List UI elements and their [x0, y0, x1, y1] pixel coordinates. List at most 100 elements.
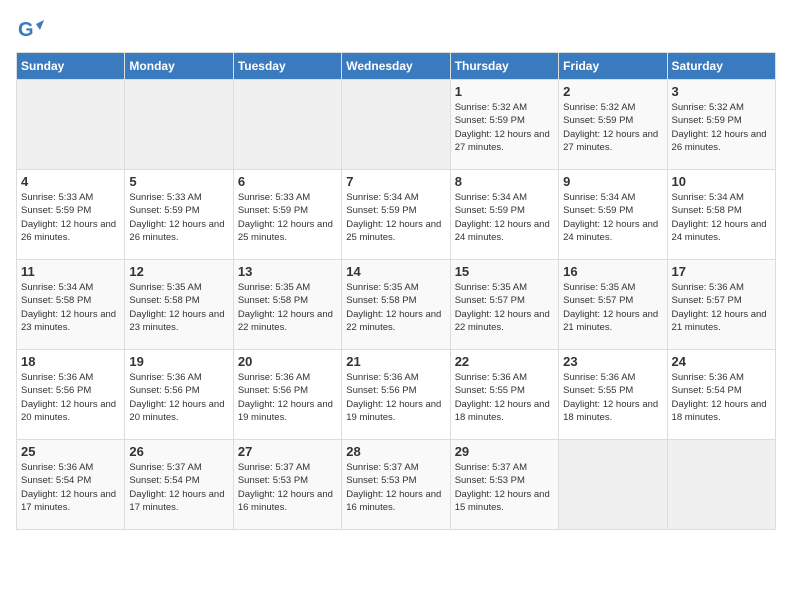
calendar-cell: 13 Sunrise: 5:35 AMSunset: 5:58 PMDayligh…	[233, 260, 341, 350]
day-number: 6	[238, 174, 337, 189]
calendar-week-row: 4 Sunrise: 5:33 AMSunset: 5:59 PMDaylight…	[17, 170, 776, 260]
day-number: 17	[672, 264, 771, 279]
cell-info: Sunrise: 5:34 AMSunset: 5:59 PMDaylight:…	[346, 191, 445, 244]
calendar-cell: 29 Sunrise: 5:37 AMSunset: 5:53 PMDayligh…	[450, 440, 558, 530]
calendar-cell: 8 Sunrise: 5:34 AMSunset: 5:59 PMDaylight…	[450, 170, 558, 260]
calendar-cell: 18 Sunrise: 5:36 AMSunset: 5:56 PMDayligh…	[17, 350, 125, 440]
day-number: 8	[455, 174, 554, 189]
cell-info: Sunrise: 5:33 AMSunset: 5:59 PMDaylight:…	[21, 191, 120, 244]
calendar-cell: 24 Sunrise: 5:36 AMSunset: 5:54 PMDayligh…	[667, 350, 775, 440]
cell-info: Sunrise: 5:32 AMSunset: 5:59 PMDaylight:…	[563, 101, 662, 154]
cell-info: Sunrise: 5:37 AMSunset: 5:53 PMDaylight:…	[455, 461, 554, 514]
day-number: 16	[563, 264, 662, 279]
calendar-cell: 27Sunrise: 5:37 AMSunset: 5:53 PMDayligh…	[233, 440, 341, 530]
calendar-cell: 28Sunrise: 5:37 AMSunset: 5:53 PMDayligh…	[342, 440, 450, 530]
weekday-header: Thursday	[450, 53, 558, 80]
day-number: 22	[455, 354, 554, 369]
calendar-cell: 16 Sunrise: 5:35 AMSunset: 5:57 PMDayligh…	[559, 260, 667, 350]
cell-info: Sunrise: 5:35 AMSunset: 5:57 PMDaylight:…	[563, 281, 662, 334]
calendar-cell: 10 Sunrise: 5:34 AMSunset: 5:58 PMDayligh…	[667, 170, 775, 260]
day-number: 20	[238, 354, 337, 369]
calendar-week-row: 11 Sunrise: 5:34 AMSunset: 5:58 PMDayligh…	[17, 260, 776, 350]
day-number: 23	[563, 354, 662, 369]
weekday-header: Wednesday	[342, 53, 450, 80]
calendar-cell: 4 Sunrise: 5:33 AMSunset: 5:59 PMDaylight…	[17, 170, 125, 260]
calendar-table: SundayMondayTuesdayWednesdayThursdayFrid…	[16, 52, 776, 530]
calendar-cell: 21 Sunrise: 5:36 AMSunset: 5:56 PMDayligh…	[342, 350, 450, 440]
calendar-cell: 1 Sunrise: 5:32 AMSunset: 5:59 PMDaylight…	[450, 80, 558, 170]
calendar-cell: 26Sunrise: 5:37 AMSunset: 5:54 PMDayligh…	[125, 440, 233, 530]
logo-icon: G	[16, 16, 44, 44]
weekday-header-row: SundayMondayTuesdayWednesdayThursdayFrid…	[17, 53, 776, 80]
cell-info: Sunrise: 5:34 AMSunset: 5:59 PMDaylight:…	[455, 191, 554, 244]
cell-info: Sunrise: 5:34 AMSunset: 5:59 PMDaylight:…	[563, 191, 662, 244]
day-number: 11	[21, 264, 120, 279]
calendar-week-row: 25Sunrise: 5:36 AMSunset: 5:54 PMDayligh…	[17, 440, 776, 530]
cell-info: Sunrise: 5:36 AMSunset: 5:54 PMDaylight:…	[21, 461, 120, 514]
day-number: 19	[129, 354, 228, 369]
day-number: 5	[129, 174, 228, 189]
day-number: 9	[563, 174, 662, 189]
cell-info: Sunrise: 5:32 AMSunset: 5:59 PMDaylight:…	[672, 101, 771, 154]
day-number: 13	[238, 264, 337, 279]
day-number: 29	[455, 444, 554, 459]
cell-info: Sunrise: 5:36 AMSunset: 5:55 PMDaylight:…	[455, 371, 554, 424]
day-number: 14	[346, 264, 445, 279]
calendar-week-row: 1 Sunrise: 5:32 AMSunset: 5:59 PMDaylight…	[17, 80, 776, 170]
day-number: 26	[129, 444, 228, 459]
calendar-cell: 6 Sunrise: 5:33 AMSunset: 5:59 PMDaylight…	[233, 170, 341, 260]
calendar-cell: 20 Sunrise: 5:36 AMSunset: 5:56 PMDayligh…	[233, 350, 341, 440]
calendar-cell: 19 Sunrise: 5:36 AMSunset: 5:56 PMDayligh…	[125, 350, 233, 440]
weekday-header: Tuesday	[233, 53, 341, 80]
weekday-header: Saturday	[667, 53, 775, 80]
cell-info: Sunrise: 5:33 AMSunset: 5:59 PMDaylight:…	[129, 191, 228, 244]
day-number: 7	[346, 174, 445, 189]
calendar-cell: 7 Sunrise: 5:34 AMSunset: 5:59 PMDaylight…	[342, 170, 450, 260]
cell-info: Sunrise: 5:37 AMSunset: 5:53 PMDaylight:…	[238, 461, 337, 514]
day-number: 4	[21, 174, 120, 189]
calendar-cell: 11 Sunrise: 5:34 AMSunset: 5:58 PMDayligh…	[17, 260, 125, 350]
day-number: 2	[563, 84, 662, 99]
cell-info: Sunrise: 5:34 AMSunset: 5:58 PMDaylight:…	[21, 281, 120, 334]
cell-info: Sunrise: 5:35 AMSunset: 5:58 PMDaylight:…	[346, 281, 445, 334]
cell-info: Sunrise: 5:36 AMSunset: 5:56 PMDaylight:…	[346, 371, 445, 424]
cell-info: Sunrise: 5:35 AMSunset: 5:58 PMDaylight:…	[238, 281, 337, 334]
weekday-header: Sunday	[17, 53, 125, 80]
day-number: 10	[672, 174, 771, 189]
cell-info: Sunrise: 5:36 AMSunset: 5:56 PMDaylight:…	[129, 371, 228, 424]
day-number: 1	[455, 84, 554, 99]
day-number: 21	[346, 354, 445, 369]
calendar-cell: 22 Sunrise: 5:36 AMSunset: 5:55 PMDayligh…	[450, 350, 558, 440]
cell-info: Sunrise: 5:36 AMSunset: 5:55 PMDaylight:…	[563, 371, 662, 424]
day-number: 24	[672, 354, 771, 369]
cell-info: Sunrise: 5:35 AMSunset: 5:57 PMDaylight:…	[455, 281, 554, 334]
calendar-cell: 14 Sunrise: 5:35 AMSunset: 5:58 PMDayligh…	[342, 260, 450, 350]
cell-info: Sunrise: 5:33 AMSunset: 5:59 PMDaylight:…	[238, 191, 337, 244]
calendar-cell: 25Sunrise: 5:36 AMSunset: 5:54 PMDayligh…	[17, 440, 125, 530]
logo: G	[16, 16, 48, 44]
day-number: 3	[672, 84, 771, 99]
cell-info: Sunrise: 5:36 AMSunset: 5:56 PMDaylight:…	[21, 371, 120, 424]
calendar-cell: 12Sunrise: 5:35 AMSunset: 5:58 PMDayligh…	[125, 260, 233, 350]
calendar-cell: 2 Sunrise: 5:32 AMSunset: 5:59 PMDaylight…	[559, 80, 667, 170]
calendar-cell: 15 Sunrise: 5:35 AMSunset: 5:57 PMDayligh…	[450, 260, 558, 350]
cell-info: Sunrise: 5:36 AMSunset: 5:54 PMDaylight:…	[672, 371, 771, 424]
calendar-cell	[667, 440, 775, 530]
calendar-cell: 3 Sunrise: 5:32 AMSunset: 5:59 PMDaylight…	[667, 80, 775, 170]
cell-info: Sunrise: 5:34 AMSunset: 5:58 PMDaylight:…	[672, 191, 771, 244]
calendar-cell: 23 Sunrise: 5:36 AMSunset: 5:55 PMDayligh…	[559, 350, 667, 440]
day-number: 12	[129, 264, 228, 279]
day-number: 18	[21, 354, 120, 369]
cell-info: Sunrise: 5:36 AMSunset: 5:56 PMDaylight:…	[238, 371, 337, 424]
cell-info: Sunrise: 5:32 AMSunset: 5:59 PMDaylight:…	[455, 101, 554, 154]
cell-info: Sunrise: 5:37 AMSunset: 5:53 PMDaylight:…	[346, 461, 445, 514]
calendar-cell	[125, 80, 233, 170]
calendar-cell	[233, 80, 341, 170]
page-header: G	[16, 16, 776, 44]
calendar-cell	[342, 80, 450, 170]
day-number: 15	[455, 264, 554, 279]
calendar-cell: 17Sunrise: 5:36 AMSunset: 5:57 PMDayligh…	[667, 260, 775, 350]
weekday-header: Friday	[559, 53, 667, 80]
calendar-cell	[559, 440, 667, 530]
calendar-cell: 5 Sunrise: 5:33 AMSunset: 5:59 PMDaylight…	[125, 170, 233, 260]
